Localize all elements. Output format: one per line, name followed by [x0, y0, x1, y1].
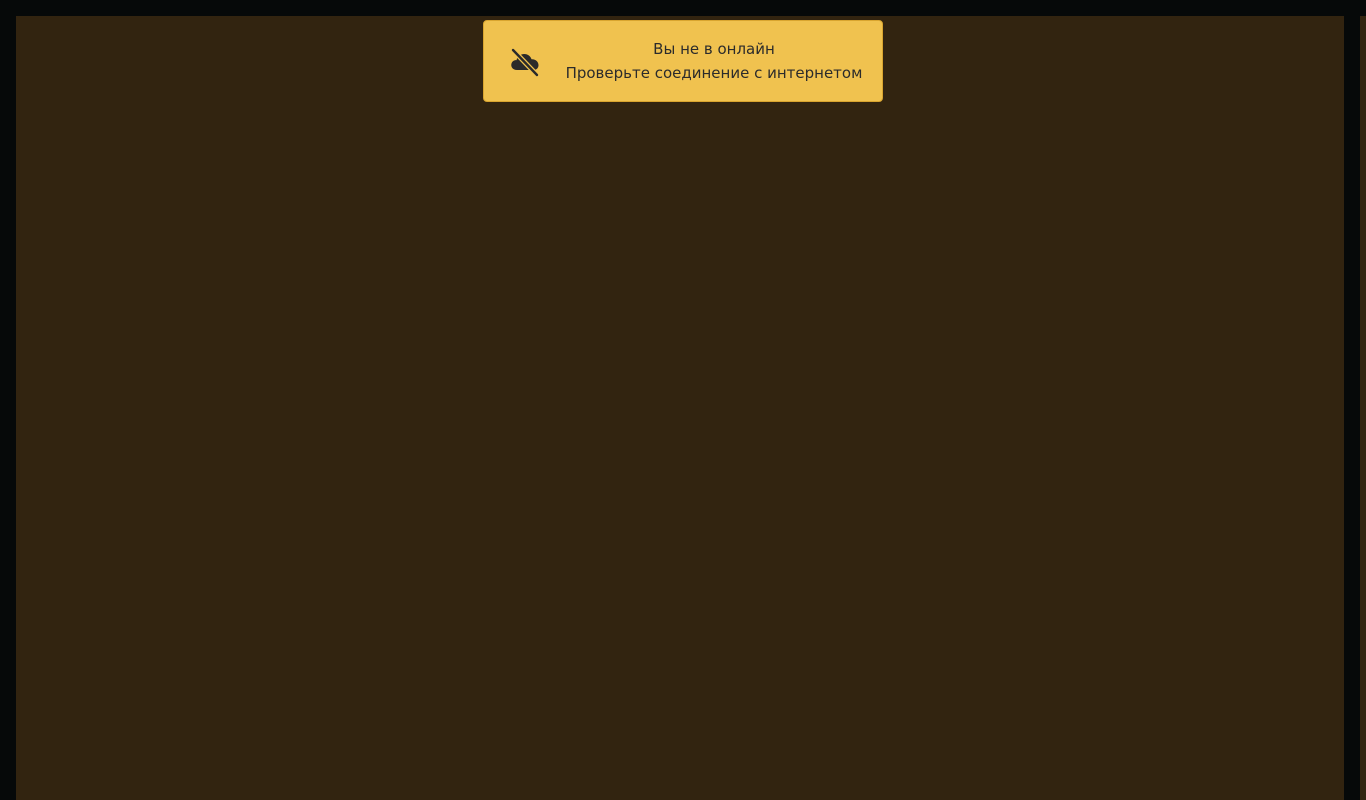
offline-toast: Вы не в онлайн Проверьте соединение с ин…	[483, 20, 883, 102]
content-area	[16, 16, 1344, 800]
toast-title: Вы не в онлайн	[653, 40, 775, 58]
toast-text: Вы не в онлайн Проверьте соединение с ин…	[564, 21, 864, 101]
right-edge-strip	[1360, 16, 1366, 800]
toast-message: Проверьте соединение с интернетом	[565, 64, 863, 82]
cloud-offline-icon	[508, 45, 542, 79]
app-viewport: Вы не в онлайн Проверьте соединение с ин…	[0, 0, 1366, 800]
